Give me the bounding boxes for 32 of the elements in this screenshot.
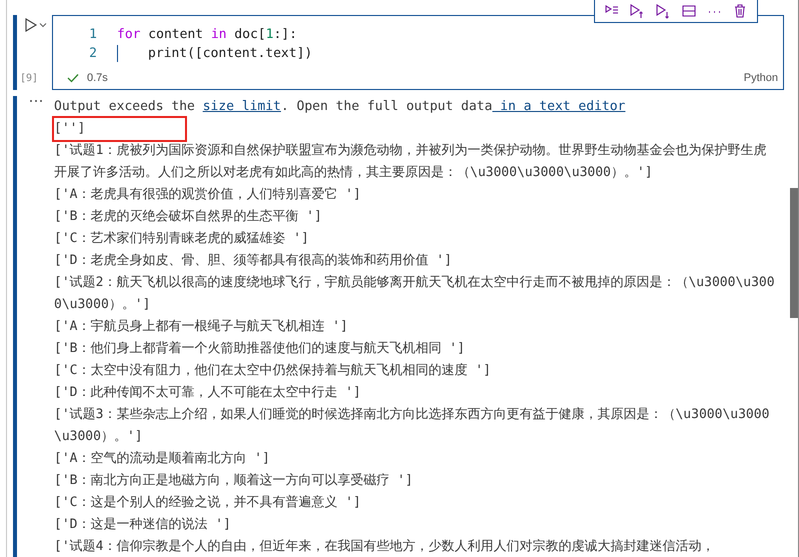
output-line: ['A：宇航员身上都有一根绳子与航天飞机相连 '] (54, 319, 348, 334)
output-line: ['试题1：虎被列为国际资源和自然保护联盟宣布为濒危动物，并被列为一类保护动物。世界野生动物基金会也为保护野生虎开展了许多活动。人们之所以对老虎有如此高的热情，其主要原因是：（\u3000\u3000\u3000）。'] (54, 143, 766, 180)
line-number: 1 (88, 26, 97, 44)
output-line: ['D：老虎全身如皮、骨、胆、须等都具有很高的装饰和药用价值 '] (54, 253, 452, 268)
output-line: ['A：老虎具有很强的观赏价值，人们特别喜爱它 '] (54, 187, 361, 202)
output-line: ['D：此种传闻不太可靠，人不可能在太空中行走 '] (54, 385, 361, 400)
output-line: [''] (54, 118, 186, 140)
output-line: ['C：艺术家们特别青睐老虎的威猛雄姿 '] (54, 231, 309, 246)
output-line: ['试题2：航天飞机以很高的速度绕地球飞行，宇航员能够离开航天飞机在太空中行走而不被甩掉的原因是：（\u3000\u3000\u3000）。'] (54, 275, 775, 312)
output-notice: . Open the full output data (281, 98, 492, 116)
language-label: Python (744, 70, 778, 86)
output-line: ['B：他们身上都背着一个火箭助推器使他们的速度与航天飞机相同 '] (54, 341, 465, 356)
execution-time: 0.7s (87, 70, 108, 86)
line-number: 2 (88, 45, 97, 63)
output-line: ['B：南北方向正是地磁方向，顺着这一方向可以享受磁疗 '] (54, 473, 413, 488)
output-line: ['试题4：信仰宗教是个人的自由，但近年来，在我国有些地方，少数人利用人们对宗教的虔诚大搞封建迷信活动， (54, 539, 714, 554)
chevron-down-icon[interactable] (39, 21, 47, 29)
run-icon[interactable] (24, 17, 38, 33)
output-line: ['A：空气的流动是顺着南北方向 '] (54, 451, 270, 466)
code-line: print([content.text]) (117, 44, 312, 63)
scrollbar[interactable] (790, 188, 798, 318)
output-line: ['C：太空中没有阻力，他们在太空中仍然保持着与航天飞机相同的速度 '] (54, 363, 491, 378)
output-line: ['B：老虎的灭绝会破坏自然界的生态平衡 '] (54, 209, 322, 224)
output-line: ['D：这是一种迷信的说法 '] (54, 517, 231, 532)
code-line: for content in doc[1:]: (117, 26, 298, 44)
execution-count: [9] (20, 72, 38, 86)
output-notice: Output exceeds the (54, 98, 196, 116)
output-line: ['试题3：某些杂志上介绍，如果人们睡觉的时候选择南北方向比选择东西方向更有益于健康，其原因是：（\u3000\u3000\u3000）。'] (54, 407, 770, 444)
output-line: ['C：这是个别人的经验之说，并不具有普遍意义 '] (54, 495, 361, 510)
more-icon[interactable] (28, 99, 42, 103)
size-limit-link[interactable]: size limit (202, 96, 281, 118)
text-editor-link[interactable]: in a text editor (492, 96, 626, 118)
